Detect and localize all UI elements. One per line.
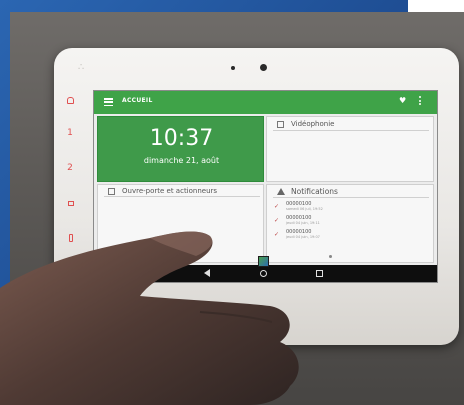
hand [0, 231, 299, 405]
photo: ∴ 1 2 ACCUEIL ♥ 10:37 dimanche 21, août … [0, 0, 464, 405]
